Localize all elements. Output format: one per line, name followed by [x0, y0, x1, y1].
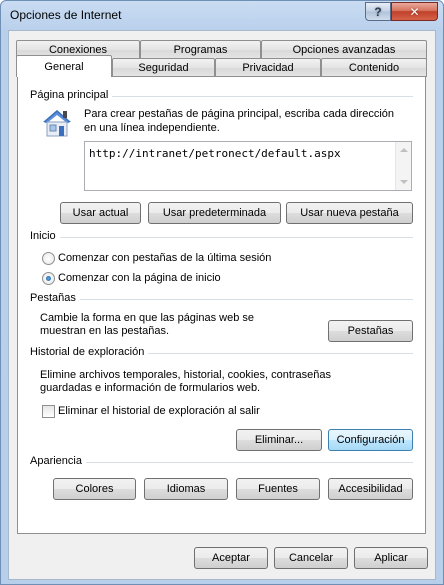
tabs-section-title: Pestañas — [30, 292, 80, 304]
accept-button[interactable]: Aceptar — [194, 547, 268, 569]
colors-button[interactable]: Colores — [53, 478, 136, 500]
history-description-line2: guardadas e información de formularios w… — [40, 382, 261, 394]
tabs-description-line2: muestran en las pestañas. — [40, 325, 170, 337]
startup-divider — [30, 237, 413, 238]
homepage-url-scrollbar[interactable] — [395, 142, 411, 190]
appearance-section-title: Apariencia — [30, 455, 86, 467]
use-new-tab-button[interactable]: Usar nueva pestaña — [286, 202, 413, 224]
tab-privacidad[interactable]: Privacidad — [215, 58, 321, 77]
tab-opciones-avanzadas[interactable]: Opciones avanzadas — [261, 40, 427, 59]
home-icon — [43, 110, 71, 137]
history-settings-button[interactable]: Configuración — [328, 429, 413, 451]
delete-history-on-exit-label[interactable]: Eliminar el historial de exploración al … — [58, 405, 260, 418]
radio-last-session-label[interactable]: Comenzar con pestañas de la última sesió… — [58, 252, 271, 265]
tab-contenido[interactable]: Contenido — [321, 58, 427, 77]
close-button[interactable]: ✕ — [391, 2, 438, 21]
apply-button[interactable]: Aplicar — [354, 547, 428, 569]
cancel-button[interactable]: Cancelar — [274, 547, 348, 569]
tabs-description-line1: Cambie la forma en que las páginas web s… — [40, 312, 255, 324]
accessibility-button[interactable]: Accesibilidad — [328, 478, 413, 500]
scroll-up-icon[interactable] — [400, 148, 408, 152]
radio-homepage[interactable] — [42, 272, 55, 285]
tab-programas[interactable]: Programas — [140, 40, 261, 59]
title-bar[interactable]: Opciones de Internet ? ✕ — [1, 1, 443, 29]
use-default-button[interactable]: Usar predeterminada — [148, 202, 281, 224]
tab-general[interactable]: General — [16, 55, 112, 77]
homepage-url-value: http://intranet/petronect/default.aspx — [89, 147, 341, 160]
homepage-description-line2: en una línea independiente. — [84, 122, 220, 134]
startup-section-title: Inicio — [30, 230, 60, 242]
delete-history-button[interactable]: Eliminar... — [236, 429, 322, 451]
delete-history-on-exit-checkbox[interactable] — [42, 405, 55, 418]
help-button[interactable]: ? — [365, 2, 391, 21]
homepage-description-line1: Para crear pestañas de página principal,… — [84, 108, 395, 120]
tabs-settings-button[interactable]: Pestañas — [328, 320, 413, 342]
use-current-button[interactable]: Usar actual — [60, 202, 141, 224]
tabs-divider — [30, 299, 413, 300]
history-section-title: Historial de exploración — [30, 346, 149, 358]
history-description-line1: Elimine archivos temporales, historial, … — [40, 369, 332, 381]
radio-homepage-label[interactable]: Comenzar con la página de inicio — [58, 272, 221, 285]
languages-button[interactable]: Idiomas — [144, 478, 228, 500]
fonts-button[interactable]: Fuentes — [236, 478, 320, 500]
general-tab-panel: Página principal Para crear pestañas de … — [17, 76, 426, 534]
scroll-down-icon[interactable] — [400, 180, 408, 184]
appearance-divider — [30, 462, 413, 463]
tab-seguridad[interactable]: Seguridad — [112, 58, 215, 77]
window-title: Opciones de Internet — [10, 8, 122, 22]
close-icon: ✕ — [409, 4, 420, 19]
radio-last-session[interactable] — [42, 252, 55, 265]
help-icon: ? — [374, 4, 382, 19]
homepage-section-title: Página principal — [30, 89, 113, 101]
homepage-url-textarea[interactable]: http://intranet/petronect/default.aspx — [84, 141, 412, 191]
